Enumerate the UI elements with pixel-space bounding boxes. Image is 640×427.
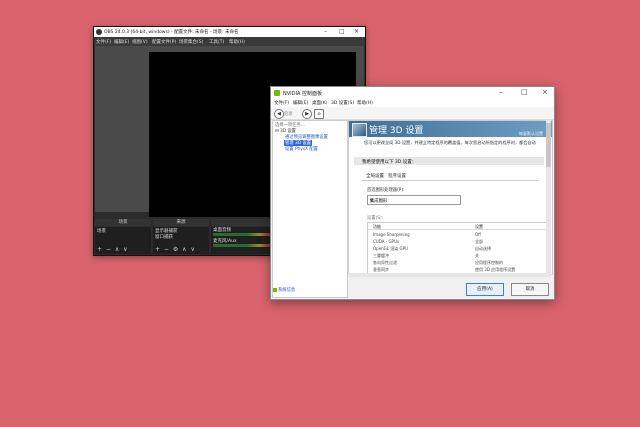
feature-cell: 各向异性过滤	[373, 259, 397, 265]
table-row[interactable]: OpenGL 渲染 GPU 自动选择	[368, 245, 546, 251]
source-item[interactable]: 窗口捕获	[155, 234, 173, 240]
column-header-setting: 设置	[475, 223, 483, 229]
setting-cell: Off	[475, 231, 481, 237]
feature-cell: Image Sharpening	[373, 231, 410, 237]
nvidia-menu-desktop[interactable]: 桌面(K)	[312, 100, 327, 106]
page-banner: 管理 3D 设置 恢复默认设置	[349, 121, 552, 137]
nvidia-window-title: NVIDIA 控制面板	[283, 90, 322, 97]
scenes-dock-title: 场景	[95, 219, 151, 226]
restore-defaults-link[interactable]: 恢复默认设置	[519, 131, 543, 137]
minimize-icon[interactable]: –	[499, 88, 503, 96]
maximize-icon[interactable]: □	[521, 88, 528, 96]
task-pane: 选择一项任务... ⊟ 3D 设置 通过预览调整图像设置 管理 3D 设置 设置…	[272, 120, 348, 298]
sources-toolbar[interactable]: + − ⚙ ∧ ∨	[155, 246, 196, 253]
maximize-icon[interactable]: □	[339, 28, 345, 35]
nvidia-menu-help[interactable]: 帮助(H)	[357, 100, 373, 106]
obs-menu-edit[interactable]: 编辑(E)	[114, 39, 129, 45]
settings-label: 设置(S):	[367, 216, 384, 221]
table-row[interactable]: Image Sharpening Off	[368, 231, 546, 237]
feature-cell: 垂直同步	[373, 266, 389, 272]
nvidia-title-bar[interactable]: NVIDIA 控制面板 – □ ×	[271, 87, 554, 98]
nvidia-toolbar: ◀ 后退 ▶ ⌂	[271, 107, 554, 120]
obs-menu-bar: 文件(F) 编辑(E) 视图(V) 配置文件(P) 场景集合(S) 工具(T) …	[94, 37, 365, 46]
obs-menu-scene-collection[interactable]: 场景集合(S)	[179, 39, 203, 45]
task-physx-config[interactable]: 设置 PhysX 配置	[285, 146, 318, 152]
home-icon[interactable]: ⌂	[314, 109, 324, 119]
3d-settings-icon	[352, 123, 367, 137]
obs-menu-profile[interactable]: 配置文件(P)	[152, 39, 176, 45]
nvidia-menu-bar: 文件(F) 编辑(E) 桌面(K) 3D 设置(S) 帮助(H)	[271, 98, 554, 107]
setting-cell: 使用 3D 应用程序设置	[475, 266, 516, 272]
nvidia-control-panel-window: NVIDIA 控制面板 – □ × 文件(F) 编辑(E) 桌面(K) 3D 设…	[270, 86, 555, 300]
tab-divider	[362, 180, 539, 181]
page-title: 管理 3D 设置	[369, 126, 424, 136]
system-info-label: 系统信息	[278, 288, 296, 293]
feature-cell: CUDA - GPUs	[373, 238, 399, 244]
back-arrow-icon[interactable]: ◀	[274, 109, 284, 119]
scenes-list: 场景 + − ∧ ∨	[95, 227, 151, 254]
setting-cell: 自动选择	[475, 245, 491, 251]
content-pane: 管理 3D 设置 恢复默认设置 您可以更改全局 3D 设置，并建立特定程序的覆盖…	[348, 120, 553, 275]
tab-global-settings[interactable]: 全局设置	[366, 173, 384, 179]
audio-meter	[213, 233, 271, 236]
table-row[interactable]: 垂直同步 使用 3D 应用程序设置	[368, 266, 546, 272]
nvidia-menu-3d-settings[interactable]: 3D 设置(S)	[331, 100, 354, 106]
content-horizontal-scrollbar[interactable]	[348, 273, 551, 277]
preferred-gpu-select[interactable]: 集成图形 ▼	[367, 195, 461, 205]
table-row[interactable]: 各向异性过滤 应用程序控制的	[368, 259, 546, 265]
feature-cell: OpenGL 渲染 GPU	[373, 245, 408, 251]
nvidia-menu-edit[interactable]: 编辑(E)	[293, 100, 308, 106]
nvidia-info-icon	[273, 287, 277, 292]
audio-meter	[213, 244, 271, 247]
cancel-button[interactable]: 取消	[511, 283, 549, 296]
setting-cell: 应用程序控制的	[475, 259, 503, 265]
table-header-row: 功能 设置	[368, 223, 546, 230]
sources-dock-title: 来源	[153, 219, 209, 226]
setting-cell: 关	[475, 252, 479, 258]
page-description: 您可以更改全局 3D 设置，并建立特定程序的覆盖值。每次您启动所指定的程序时，都…	[364, 140, 536, 145]
close-icon[interactable]: ×	[354, 28, 359, 35]
obs-menu-view[interactable]: 视图(V)	[132, 39, 148, 45]
obs-title-bar[interactable]: OBS 24.0.3 (64-bit, windows) - 配置文件: 未命名…	[94, 27, 365, 37]
obs-logo-icon	[96, 29, 102, 35]
obs-window-title: OBS 24.0.3 (64-bit, windows) - 配置文件: 未命名…	[104, 30, 239, 35]
nvidia-menu-file[interactable]: 文件(F)	[274, 100, 289, 106]
forward-arrow-icon[interactable]: ▶	[302, 109, 312, 119]
obs-menu-help[interactable]: 帮助(H)	[229, 39, 245, 45]
obs-menu-tools[interactable]: 工具(T)	[209, 39, 224, 45]
minimize-icon[interactable]: –	[324, 28, 327, 35]
back-button-label[interactable]: 后退	[284, 111, 293, 117]
scene-item[interactable]: 场景	[97, 228, 106, 234]
content-vertical-scrollbar[interactable]	[546, 120, 551, 273]
nvidia-logo-icon	[274, 89, 280, 96]
system-info-link[interactable]: 系统信息	[273, 287, 295, 293]
settings-table: 功能 设置 Image Sharpening Off CUDA - GPUs 全部 …	[367, 222, 547, 274]
obs-menu-file[interactable]: 文件(F)	[96, 39, 111, 45]
scrollbar-thumb[interactable]	[546, 123, 551, 167]
section-header-label: 我希望使用以下 3D 设置：	[362, 159, 417, 165]
feature-cell: 三重缓冲	[373, 252, 389, 258]
section-header: 我希望使用以下 3D 设置：	[354, 157, 544, 165]
scenes-toolbar[interactable]: + − ∧ ∨	[97, 246, 129, 253]
close-icon[interactable]: ×	[542, 88, 548, 96]
chevron-down-icon: ▼	[370, 197, 374, 203]
sources-list: 显示器捕获 窗口捕获 + − ⚙ ∧ ∨	[153, 227, 209, 254]
setting-cell: 全部	[475, 238, 483, 244]
apply-button[interactable]: 应用(A)	[466, 283, 504, 296]
preferred-gpu-label: 首选图形处理器(P):	[367, 188, 405, 193]
table-row[interactable]: CUDA - GPUs 全部	[368, 238, 546, 244]
column-header-feature: 功能	[373, 223, 381, 229]
table-row[interactable]: 三重缓冲 关	[368, 252, 546, 258]
tab-program-settings[interactable]: 程序设置	[388, 173, 406, 179]
